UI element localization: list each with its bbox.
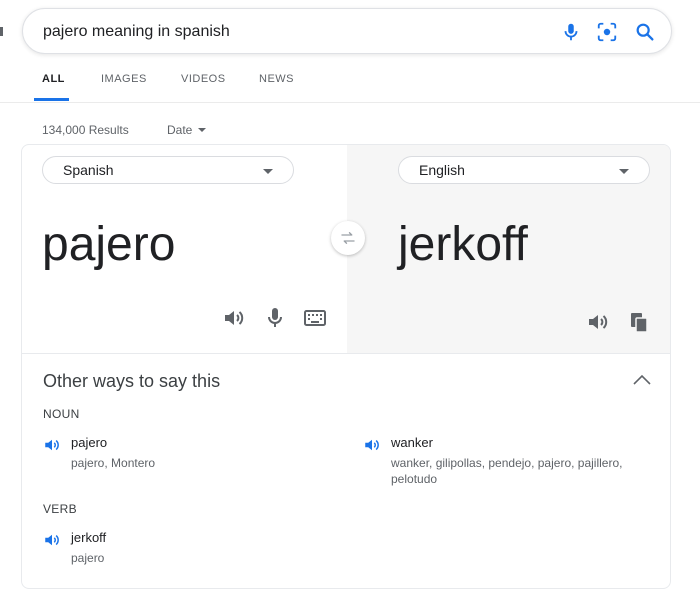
list-item: wanker wanker, gilipollas, pendejo, paje… (363, 435, 653, 487)
caret-down-icon (198, 127, 207, 132)
source-language-label: Spanish (63, 162, 114, 178)
translation-synonyms: pajero (71, 551, 105, 565)
search-tabs: ALL IMAGES VIDEOS NEWS (0, 56, 700, 103)
search-input[interactable]: pajero meaning in spanish (43, 23, 230, 41)
tab-images[interactable]: IMAGES (101, 73, 147, 85)
voice-input-mic-icon[interactable] (263, 306, 287, 330)
results-count: 134,000 Results (42, 123, 129, 137)
speaker-icon[interactable] (363, 436, 381, 454)
speaker-icon[interactable] (43, 436, 61, 454)
chevron-up-icon[interactable] (632, 373, 652, 387)
target-language-select[interactable]: English (398, 156, 650, 184)
source-text[interactable]: pajero (42, 217, 175, 272)
search-bar[interactable]: pajero meaning in spanish (22, 8, 672, 54)
lens-icon[interactable] (596, 21, 618, 43)
speaker-icon[interactable] (43, 531, 61, 549)
caret-down-icon (619, 169, 629, 174)
copy-icon[interactable] (627, 310, 651, 334)
keyboard-icon[interactable] (303, 306, 327, 330)
swap-languages-button[interactable] (331, 221, 365, 255)
caret-down-icon (263, 169, 273, 174)
tab-videos[interactable]: VIDEOS (181, 73, 226, 85)
list-item: jerkoff pajero (43, 530, 343, 566)
pos-noun-label: NOUN (43, 407, 80, 421)
active-tab-indicator (34, 98, 69, 101)
target-speaker-icon[interactable] (586, 310, 610, 334)
pos-verb-label: VERB (43, 502, 77, 516)
source-language-select[interactable]: Spanish (42, 156, 294, 184)
translation-synonyms: pajero, Montero (71, 456, 156, 470)
translation-word[interactable]: pajero (71, 435, 107, 450)
tab-all[interactable]: ALL (42, 73, 65, 85)
mic-icon[interactable] (560, 21, 582, 43)
target-language-label: English (419, 162, 465, 178)
target-text: jerkoff (398, 218, 528, 271)
tab-news[interactable]: NEWS (259, 73, 294, 85)
card-divider (22, 353, 670, 354)
translation-word[interactable]: wanker (391, 435, 433, 450)
other-ways-title[interactable]: Other ways to say this (43, 371, 220, 392)
swap-icon (341, 232, 355, 244)
source-speaker-icon[interactable] (222, 306, 246, 330)
date-filter-label: Date (167, 123, 193, 137)
date-filter[interactable]: Date (167, 123, 207, 137)
left-edge-marker (0, 27, 3, 36)
translation-word[interactable]: jerkoff (71, 530, 106, 545)
search-icon[interactable] (634, 21, 656, 43)
list-item: pajero pajero, Montero (43, 435, 343, 471)
translate-card: Spanish English pajero jerkoff Other way… (21, 144, 671, 589)
translation-synonyms: wanker, gilipollas, pendejo, pajero, paj… (391, 456, 623, 486)
